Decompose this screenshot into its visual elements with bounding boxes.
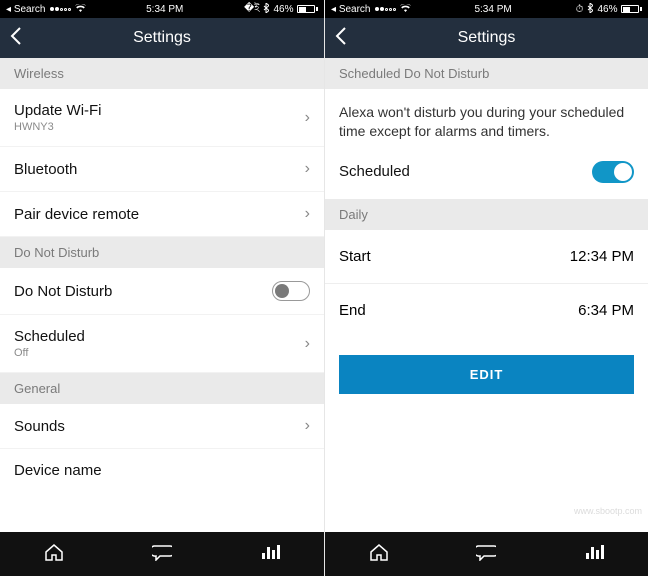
chat-icon[interactable] bbox=[476, 543, 496, 566]
bluetooth-icon bbox=[263, 3, 269, 16]
pair-label: Pair device remote bbox=[14, 206, 139, 223]
section-general: General bbox=[0, 373, 324, 404]
battery-icon bbox=[297, 5, 318, 13]
back-button[interactable] bbox=[10, 27, 22, 49]
status-bar: ◂ Search 5:34 PM ⏱ 46% bbox=[325, 0, 648, 18]
page-title: Settings bbox=[458, 29, 516, 47]
device-name-label: Device name bbox=[14, 462, 102, 479]
row-start-time[interactable]: Start 12:34 PM bbox=[325, 230, 648, 283]
wifi-icon bbox=[75, 4, 86, 15]
end-time-value: 6:34 PM bbox=[578, 302, 634, 319]
dnd-description: Alexa won't disturb you during your sche… bbox=[325, 89, 648, 155]
status-time: 5:34 PM bbox=[474, 4, 511, 15]
row-end-time[interactable]: End 6:34 PM bbox=[325, 283, 648, 337]
section-scheduled-dnd: Scheduled Do Not Disturb bbox=[325, 58, 648, 89]
chevron-right-icon: › bbox=[305, 205, 310, 223]
tab-bar bbox=[325, 532, 648, 576]
bluetooth-label: Bluetooth bbox=[14, 161, 77, 178]
end-label: End bbox=[339, 302, 366, 319]
signal-dots bbox=[375, 7, 396, 11]
app-header: Settings bbox=[0, 18, 324, 58]
phone-right: ◂ Search 5:34 PM ⏱ 46% Settings Schedu bbox=[324, 0, 648, 576]
start-time-value: 12:34 PM bbox=[570, 248, 634, 265]
status-search-label: Search bbox=[14, 4, 46, 15]
row-dnd-toggle[interactable]: Do Not Disturb bbox=[0, 268, 324, 315]
dnd-toggle-off[interactable] bbox=[272, 281, 310, 301]
app-header: Settings bbox=[325, 18, 648, 58]
wifi-subtitle: HWNY3 bbox=[14, 121, 102, 133]
scheduled-toggle-on[interactable] bbox=[592, 161, 634, 183]
settings-list: Wireless Update Wi-Fi HWNY3 › Bluetooth … bbox=[0, 58, 324, 532]
bluetooth-icon bbox=[587, 3, 593, 16]
wifi-icon bbox=[400, 4, 411, 15]
signal-dots bbox=[50, 7, 71, 11]
sounds-label: Sounds bbox=[14, 418, 65, 435]
row-pair-remote[interactable]: Pair device remote › bbox=[0, 192, 324, 237]
back-button[interactable] bbox=[335, 27, 347, 49]
wifi-title: Update Wi-Fi bbox=[14, 102, 102, 119]
edit-button[interactable]: EDIT bbox=[339, 355, 634, 394]
dnd-label: Do Not Disturb bbox=[14, 283, 112, 300]
back-to-search[interactable]: ◂ Search bbox=[331, 4, 371, 15]
scheduled-label: Scheduled bbox=[339, 163, 410, 180]
chevron-right-icon: › bbox=[305, 335, 310, 353]
home-icon[interactable] bbox=[44, 543, 64, 566]
back-to-search[interactable]: ◂ Search bbox=[6, 4, 46, 15]
chat-icon[interactable] bbox=[152, 543, 172, 566]
section-dnd: Do Not Disturb bbox=[0, 237, 324, 268]
row-device-name[interactable]: Device name bbox=[0, 449, 324, 483]
battery-percent: 46% bbox=[273, 4, 293, 15]
section-daily: Daily bbox=[325, 199, 648, 230]
battery-percent: 46% bbox=[597, 4, 617, 15]
page-title: Settings bbox=[133, 29, 191, 47]
status-time: 5:34 PM bbox=[146, 4, 183, 15]
chevron-right-icon: › bbox=[305, 160, 310, 178]
row-sounds[interactable]: Sounds › bbox=[0, 404, 324, 449]
chevron-right-icon: › bbox=[305, 109, 310, 127]
phone-left: ◂ Search 5:34 PM �ই 46% Settings bbox=[0, 0, 324, 576]
battery-icon bbox=[621, 5, 642, 13]
scheduled-sub: Off bbox=[14, 347, 85, 359]
home-icon[interactable] bbox=[369, 543, 389, 566]
row-scheduled[interactable]: Scheduled Off › bbox=[0, 315, 324, 373]
status-bar: ◂ Search 5:34 PM �ই 46% bbox=[0, 0, 324, 18]
scheduled-label: Scheduled bbox=[14, 328, 85, 345]
row-scheduled-toggle[interactable]: Scheduled bbox=[325, 155, 648, 199]
equalizer-icon[interactable] bbox=[584, 543, 604, 566]
row-bluetooth[interactable]: Bluetooth › bbox=[0, 147, 324, 192]
section-wireless: Wireless bbox=[0, 58, 324, 89]
row-update-wifi[interactable]: Update Wi-Fi HWNY3 › bbox=[0, 89, 324, 147]
equalizer-icon[interactable] bbox=[260, 543, 280, 566]
status-search-label: Search bbox=[339, 4, 371, 15]
scheduled-dnd-panel: Scheduled Do Not Disturb Alexa won't dis… bbox=[325, 58, 648, 532]
start-label: Start bbox=[339, 248, 371, 265]
chevron-right-icon: › bbox=[305, 417, 310, 435]
alarm-icon: �ই bbox=[244, 1, 259, 18]
tab-bar bbox=[0, 532, 324, 576]
alarm-icon: ⏱ bbox=[576, 4, 584, 15]
